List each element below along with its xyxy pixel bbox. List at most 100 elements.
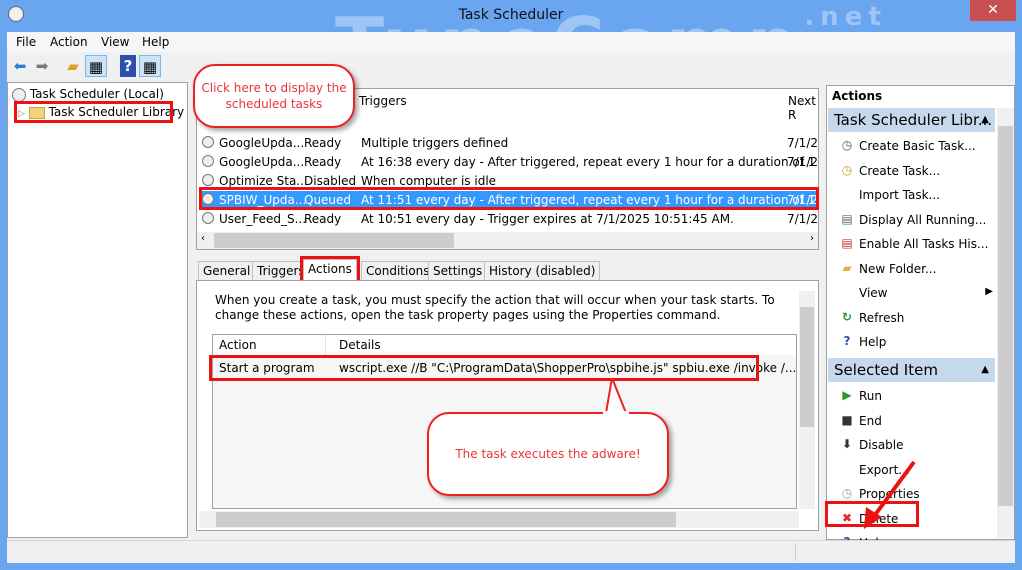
show-tree-icon[interactable]: ▦ xyxy=(85,55,107,77)
actions-header: Actions xyxy=(832,89,883,103)
action-run[interactable]: ▶ Run xyxy=(839,384,989,408)
status-bar xyxy=(7,540,1015,563)
menu-file[interactable]: File xyxy=(16,35,36,49)
menu-action[interactable]: Action xyxy=(50,35,88,49)
scroll-thumb[interactable] xyxy=(998,126,1013,506)
tab-triggers[interactable]: Triggers xyxy=(252,261,310,281)
action-label: Import Task... xyxy=(859,188,940,202)
collapse-icon[interactable]: ▲ xyxy=(981,114,989,125)
task-name: GoogleUpda... xyxy=(219,155,305,169)
action-end[interactable]: ■ End xyxy=(839,409,989,433)
task-triggers: Multiple triggers defined xyxy=(361,136,509,150)
tree-root-label: Task Scheduler (Local) xyxy=(29,87,164,101)
tab-general[interactable]: General xyxy=(198,261,256,281)
tab-conditions[interactable]: Conditions xyxy=(361,261,435,281)
show-actions-icon[interactable]: ▦ xyxy=(139,55,161,77)
horizontal-scrollbar[interactable] xyxy=(199,511,799,528)
action-enable-all-tasks-his[interactable]: ▤ Enable All Tasks His... xyxy=(839,232,989,256)
clock-icon xyxy=(202,155,214,167)
callout-adware: The task executes the adware! xyxy=(427,412,669,496)
column-next-run[interactable]: Next R xyxy=(784,89,818,122)
task-triggers: At 16:38 every day - After triggered, re… xyxy=(361,155,819,169)
scroll-thumb[interactable] xyxy=(800,307,814,427)
back-icon[interactable]: ⬅ xyxy=(9,55,31,77)
menu-view[interactable]: View xyxy=(101,35,129,49)
action-view[interactable]: View ▶ xyxy=(839,281,993,305)
action-label: Enable All Tasks His... xyxy=(859,237,989,251)
action-label: Disable xyxy=(859,438,904,452)
action-display-all-running[interactable]: ▤ Display All Running... xyxy=(839,208,989,232)
actions-description: When you create a task, you must specify… xyxy=(215,293,775,322)
action-help[interactable]: ? Help xyxy=(839,330,989,354)
scroll-thumb[interactable] xyxy=(214,233,454,248)
action-label: Run xyxy=(859,389,883,403)
action-disable[interactable]: ⬇ Disable xyxy=(839,433,989,457)
action-label: New Folder... xyxy=(859,261,937,276)
section-selected-item[interactable]: Selected Item ▲ xyxy=(828,358,995,382)
vertical-scrollbar[interactable] xyxy=(997,108,1014,538)
tab-strip: General Triggers Actions Conditions Settings… xyxy=(196,256,819,284)
clock-icon xyxy=(202,212,214,224)
task-row[interactable]: User_Feed_S... Ready At 10:51 every day - … xyxy=(199,210,818,229)
disable-icon: ⬇ xyxy=(841,437,853,451)
menu-bar: File Action View Help xyxy=(7,32,1015,52)
folder-icon: ▰ xyxy=(842,260,852,275)
scroll-thumb[interactable] xyxy=(216,512,676,527)
action-label: Create Basic Task... xyxy=(859,139,976,153)
tab-settings[interactable]: Settings xyxy=(428,261,488,281)
action-new-folder[interactable]: ▰ New Folder... xyxy=(839,257,989,281)
action-label: End xyxy=(859,413,882,428)
task-row[interactable]: GoogleUpda... Ready At 16:38 every day - A… xyxy=(199,153,818,172)
end-icon: ■ xyxy=(841,412,853,427)
clock-icon xyxy=(12,87,26,102)
action-label: Help xyxy=(859,335,887,349)
scroll-left-icon[interactable]: ‹ xyxy=(201,233,205,244)
callout-pointer xyxy=(603,378,629,414)
task-status: Ready xyxy=(304,212,342,226)
action-label: View xyxy=(859,286,888,300)
display-running-icon: ▤ xyxy=(841,211,853,226)
action-create-basic-task[interactable]: ◷ Create Basic Task... xyxy=(839,134,989,158)
clock-icon xyxy=(202,174,214,186)
create-basic-task-icon: ◷ xyxy=(841,138,853,152)
title-bar: Task Scheduler ✕ xyxy=(0,0,1022,32)
action-create-task[interactable]: ◷ Create Task... xyxy=(839,159,989,183)
task-triggers: When computer is idle xyxy=(361,174,497,188)
menu-help[interactable]: Help xyxy=(142,35,169,49)
action-import-task[interactable]: Import Task... xyxy=(839,183,989,207)
history-icon: ▤ xyxy=(841,236,853,250)
window-title: Task Scheduler xyxy=(458,7,564,23)
vertical-scrollbar[interactable] xyxy=(799,291,815,509)
tab-history-disabled[interactable]: History (disabled) xyxy=(484,261,601,281)
column-details[interactable]: Details xyxy=(339,338,381,352)
highlight-action-row xyxy=(209,355,759,381)
task-status: Disabled xyxy=(304,174,357,188)
task-status: Ready xyxy=(304,155,342,169)
refresh-icon: ↻ xyxy=(841,309,853,324)
navigation-tree: Task Scheduler (Local) ▷ Task Scheduler … xyxy=(7,82,188,538)
forward-icon[interactable]: ➡ xyxy=(31,55,53,77)
column-action[interactable]: Action xyxy=(219,338,257,352)
up-folder-icon[interactable]: ▰ xyxy=(62,55,84,77)
horizontal-scrollbar[interactable]: ‹ › xyxy=(197,232,818,249)
task-name: User_Feed_S... xyxy=(219,212,307,226)
collapse-icon[interactable]: ▲ xyxy=(981,364,989,375)
help-icon[interactable]: ? xyxy=(120,55,136,77)
action-refresh[interactable]: ↻ Refresh xyxy=(839,306,989,330)
highlight-selected-task xyxy=(199,187,819,210)
task-next: 7/1/20 xyxy=(787,136,818,150)
section-library[interactable]: Task Scheduler Libr... ▲ xyxy=(828,108,995,132)
task-status: Ready xyxy=(304,136,342,150)
task-triggers: At 10:51 every day - Trigger expires at … xyxy=(361,212,734,226)
close-button[interactable]: ✕ xyxy=(970,0,1016,21)
task-row[interactable]: GoogleUpda... Ready Multiple triggers defi… xyxy=(199,134,818,153)
scroll-right-icon[interactable]: › xyxy=(810,233,814,244)
column-triggers[interactable]: Triggers xyxy=(355,89,785,112)
clock-icon xyxy=(202,136,214,148)
task-next: 7/1/20 xyxy=(787,155,818,169)
red-arrow xyxy=(864,460,916,529)
tab-actions[interactable]: Actions xyxy=(300,256,360,284)
tree-root[interactable]: Task Scheduler (Local) xyxy=(12,87,164,102)
action-label: Display All Running... xyxy=(859,212,987,227)
create-task-icon: ◷ xyxy=(841,162,853,177)
